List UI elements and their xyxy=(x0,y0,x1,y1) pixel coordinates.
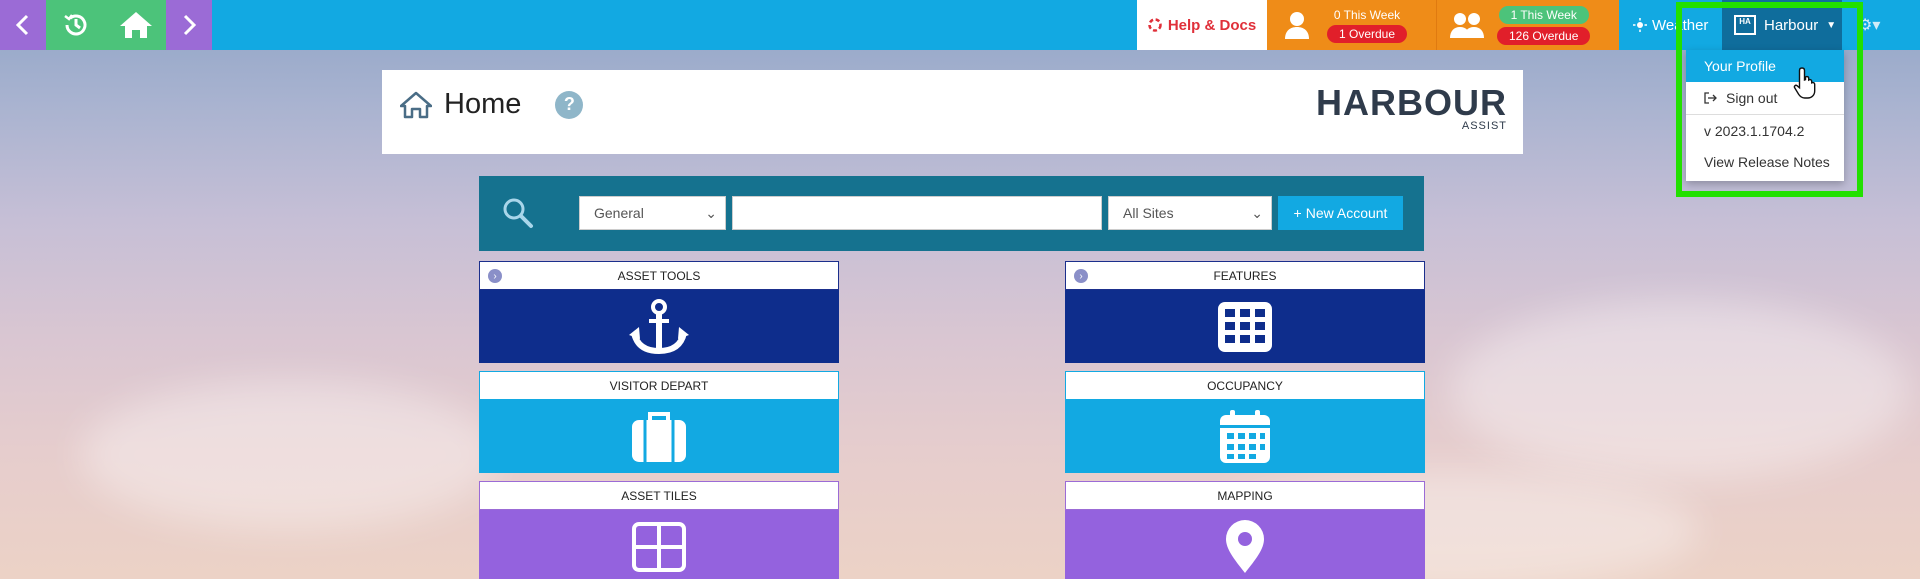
back-button[interactable] xyxy=(0,0,46,50)
user-icon xyxy=(1285,12,1309,39)
tile-label: VISITOR DEPART xyxy=(609,378,709,393)
search-icon xyxy=(503,198,533,228)
site-select-value: All Sites xyxy=(1123,205,1174,221)
expand-arrow-icon[interactable]: › xyxy=(488,269,502,283)
search-input[interactable] xyxy=(732,196,1102,230)
history-icon xyxy=(64,14,87,36)
cloud-decoration xyxy=(80,380,500,530)
chevron-down-icon: ⌄ xyxy=(1251,204,1263,221)
highlight-box xyxy=(1676,2,1863,197)
tile-asset-tiles[interactable]: ASSET TILES xyxy=(479,481,839,579)
tile-label: MAPPING xyxy=(1217,488,1273,503)
team-tasks-button[interactable]: 1 This Week 126 Overdue xyxy=(1437,0,1619,50)
help-docs-button[interactable]: Help & Docs xyxy=(1137,0,1267,50)
tiles-icon xyxy=(632,521,686,572)
home-icon xyxy=(120,12,152,38)
grid-icon xyxy=(1218,301,1272,352)
hand-cursor-icon xyxy=(1793,67,1816,99)
chevron-right-icon xyxy=(183,14,197,36)
history-button[interactable] xyxy=(46,0,106,50)
new-account-button[interactable]: + New Account xyxy=(1278,196,1403,230)
chevron-left-icon xyxy=(15,14,29,36)
search-type-value: General xyxy=(594,205,644,221)
sun-icon xyxy=(1633,18,1647,32)
suitcase-icon xyxy=(632,411,686,462)
search-type-select[interactable]: General ⌄ xyxy=(579,196,726,230)
home-button[interactable] xyxy=(106,0,166,50)
calendar-icon xyxy=(1220,409,1270,463)
tile-label: FEATURES xyxy=(1213,268,1277,283)
home-icon xyxy=(400,91,432,118)
cloud-decoration xyxy=(1450,300,1910,480)
users-icon xyxy=(1450,13,1484,38)
help-docs-label: Help & Docs xyxy=(1167,16,1257,34)
page-title: Home xyxy=(444,88,522,120)
anchor-icon xyxy=(629,298,689,354)
home-header-panel: Home ? HARBOUR ASSIST xyxy=(382,70,1523,154)
map-pin-icon xyxy=(1226,519,1264,573)
tile-visitor-depart[interactable]: VISITOR DEPART xyxy=(479,371,839,473)
forward-button[interactable] xyxy=(166,0,212,50)
my-tasks-this-week: 0 This Week xyxy=(1333,7,1401,22)
harbour-assist-logo: HARBOUR ASSIST xyxy=(1316,82,1507,133)
lifebuoy-icon xyxy=(1148,18,1162,32)
chevron-down-icon: ⌄ xyxy=(705,204,717,221)
tile-label: ASSET TOOLS xyxy=(617,268,701,283)
new-account-label: New Account xyxy=(1305,205,1388,221)
tile-mapping[interactable]: MAPPING xyxy=(1065,481,1425,579)
top-navigation-bar: Help & Docs 0 This Week 1 Overdue 1 This… xyxy=(0,0,1920,50)
plus-icon: + xyxy=(1293,205,1302,221)
site-select[interactable]: All Sites ⌄ xyxy=(1108,196,1272,230)
tile-occupancy[interactable]: OCCUPANCY xyxy=(1065,371,1425,473)
tile-asset-tools[interactable]: › ASSET TOOLS xyxy=(479,261,839,363)
tile-features[interactable]: › FEATURES xyxy=(1065,261,1425,363)
my-tasks-button[interactable]: 0 This Week 1 Overdue xyxy=(1267,0,1437,50)
search-panel: General ⌄ All Sites ⌄ + New Account xyxy=(479,176,1424,251)
logo-main-text: HARBOUR xyxy=(1316,82,1507,123)
tile-label: OCCUPANCY xyxy=(1207,378,1283,393)
tile-label: ASSET TILES xyxy=(621,488,697,503)
expand-arrow-icon[interactable]: › xyxy=(1074,269,1088,283)
team-tasks-this-week-badge: 1 This Week xyxy=(1498,5,1589,24)
team-tasks-overdue-badge: 126 Overdue xyxy=(1497,26,1591,45)
help-icon[interactable]: ? xyxy=(555,90,584,119)
my-tasks-overdue-badge: 1 Overdue xyxy=(1327,24,1408,43)
